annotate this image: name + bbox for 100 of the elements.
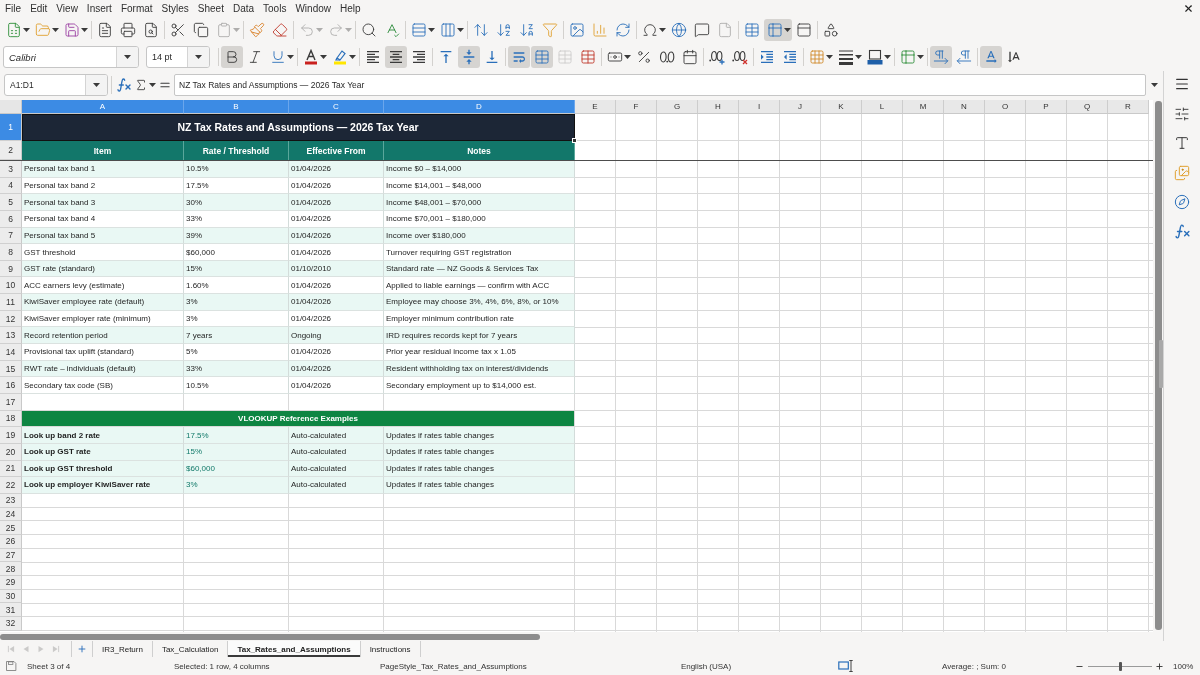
menu-item[interactable]: Format	[116, 0, 158, 17]
bold-icon	[224, 49, 240, 65]
zoom-in-button[interactable]	[1154, 660, 1164, 672]
column-header[interactable]: Q	[1067, 100, 1108, 114]
language: English (USA)	[680, 661, 732, 671]
column-header[interactable]: P	[1026, 100, 1067, 114]
column-header[interactable]: G	[657, 100, 698, 114]
table-cell: Secondary tax code (SB)	[22, 377, 184, 394]
navigator-button[interactable]	[1172, 194, 1192, 210]
row-header[interactable]: 16	[0, 377, 22, 394]
menu-item[interactable]: Window	[290, 0, 336, 17]
scrollbar-thumb[interactable]	[1154, 101, 1162, 630]
row-header[interactable]: 1	[0, 114, 22, 141]
column-header[interactable]: L	[862, 100, 903, 114]
row-header[interactable]: 3	[0, 161, 22, 178]
slider-thumb[interactable]	[1118, 661, 1122, 671]
wrap-text-button[interactable]	[508, 46, 530, 68]
name-box[interactable]: A1:D1	[4, 73, 108, 96]
column-header[interactable]: H	[698, 100, 739, 114]
table-icon	[900, 49, 916, 65]
document-search-icon	[143, 22, 159, 38]
functions-button[interactable]	[1172, 223, 1192, 240]
menu-item[interactable]: Styles	[157, 0, 194, 17]
table-cell: Look up band 2 rate	[22, 427, 184, 444]
bold-button[interactable]	[221, 46, 243, 68]
properties-button[interactable]	[1172, 105, 1192, 122]
column-header[interactable]: M	[903, 100, 944, 114]
menu-item[interactable]: Data	[228, 0, 259, 17]
sidebar-handle[interactable]	[1159, 340, 1163, 388]
sheet-count: Sheet 3 of 4	[27, 661, 71, 671]
row-header[interactable]: 32	[0, 617, 22, 631]
table-cell: Prior year residual income tax x 1.05	[384, 344, 575, 361]
sheet-tab[interactable]: Instructions	[360, 641, 421, 657]
caret-icon	[826, 55, 833, 59]
font-name-field[interactable]: Calibri	[3, 46, 139, 68]
column-header[interactable]: K	[821, 100, 862, 114]
menu-item[interactable]: View	[51, 0, 83, 17]
table-icon	[580, 49, 596, 65]
sheet-tab[interactable]: Tax_Rates_and_Assumptions	[228, 641, 361, 657]
row-header[interactable]: 28	[0, 562, 22, 576]
dropdown-button[interactable]	[116, 47, 138, 67]
vertical-text-icon	[1006, 49, 1022, 65]
freeze-button[interactable]	[764, 19, 792, 41]
wrap-text-icon	[511, 49, 527, 65]
menu-item[interactable]: Help	[335, 0, 366, 17]
dropdown-button[interactable]	[187, 47, 209, 67]
shapes-icon	[823, 22, 839, 38]
column-header[interactable]: R	[1108, 100, 1149, 114]
zero-point-zero-icon	[659, 49, 675, 65]
column-header[interactable]: D	[384, 100, 575, 114]
row-header[interactable]: 8	[0, 244, 22, 261]
row-header[interactable]: 2	[0, 141, 22, 160]
column-header[interactable]: E	[575, 100, 616, 114]
row-header[interactable]: 22	[0, 477, 22, 494]
align-center-button[interactable]	[385, 46, 407, 68]
caret-icon	[23, 28, 30, 32]
fill-handle[interactable]	[572, 138, 577, 143]
page-icon	[717, 22, 733, 38]
caret-icon	[624, 55, 631, 59]
row-header[interactable]: 10	[0, 277, 22, 295]
menu-item[interactable]: Sheet	[193, 0, 229, 17]
column-header[interactable]: I	[739, 100, 780, 114]
row-header[interactable]: 19	[0, 427, 22, 444]
dropdown-button[interactable]	[85, 74, 107, 95]
merge-center-button[interactable]	[531, 46, 553, 68]
column-header[interactable]: O	[985, 100, 1026, 114]
printer-icon	[120, 22, 136, 38]
align-left-icon	[365, 49, 381, 65]
formula-input[interactable]: NZ Tax Rates and Assumptions — 2026 Tax Year	[174, 73, 1146, 96]
row-header[interactable]: 11	[0, 294, 22, 311]
center-vertically-button[interactable]	[458, 46, 480, 68]
row-header[interactable]: 5	[0, 194, 22, 211]
table-cell: Employee may choose 3%, 4%, 6%, 8%, or 10%	[384, 294, 575, 311]
clipboard-icon	[216, 22, 232, 38]
table-cell: Updates if rates table changes	[384, 477, 575, 494]
row-header[interactable]: 14	[0, 344, 22, 361]
split-panel-icon	[796, 22, 812, 38]
font-size-field[interactable]: 14 pt	[146, 46, 210, 68]
column-header[interactable]: N	[944, 100, 985, 114]
row-header[interactable]: 25	[0, 521, 22, 535]
column-header[interactable]: A	[22, 100, 184, 114]
menu-item[interactable]: Tools	[258, 0, 291, 17]
scrollbar-thumb[interactable]	[0, 633, 540, 640]
row-header[interactable]: 31	[0, 603, 22, 617]
column-header[interactable]: C	[289, 100, 384, 114]
table-cell: 01/04/2026	[289, 277, 384, 295]
column-header[interactable]: B	[184, 100, 289, 114]
row-header[interactable]: 13	[0, 327, 22, 345]
menu-item[interactable]: Edit	[25, 0, 52, 17]
column-header[interactable]: F	[616, 100, 657, 114]
menu-item[interactable]: File	[0, 0, 26, 17]
sheet-tab[interactable]: IR3_Return	[93, 641, 153, 657]
caret-icon	[149, 82, 156, 87]
caret-icon	[320, 55, 327, 59]
left-to-right-button[interactable]	[930, 46, 952, 68]
caret-icon	[52, 28, 59, 32]
table-cell: 5%	[184, 344, 289, 361]
menu-item[interactable]: Insert	[82, 0, 117, 17]
speech-bubble-icon	[694, 22, 710, 38]
column-header[interactable]: J	[780, 100, 821, 114]
